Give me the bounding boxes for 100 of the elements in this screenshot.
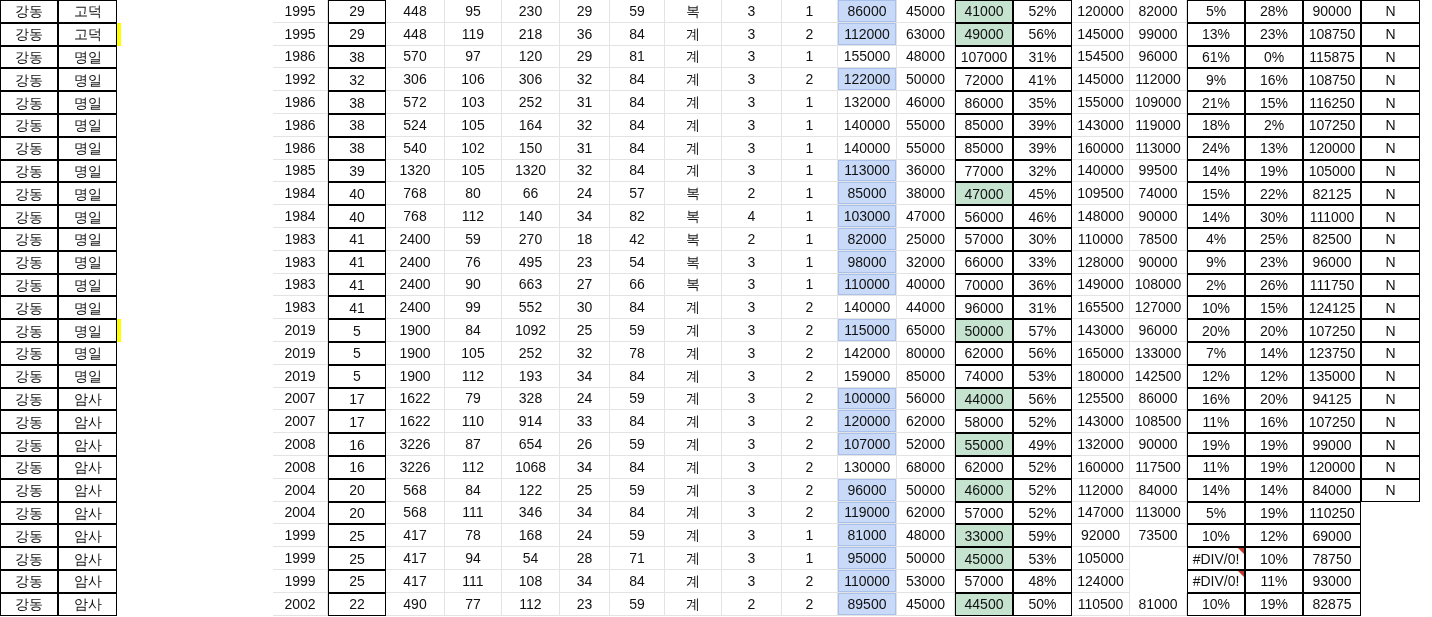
table-cell: 53000: [897, 569, 955, 593]
table-cell: 12%: [1187, 364, 1245, 388]
table-cell: 105: [445, 114, 502, 137]
table-cell: 125500: [1072, 387, 1130, 411]
table-cell: 명일: [58, 91, 117, 114]
table-cell: 17: [328, 387, 386, 411]
table-cell: N: [1361, 22, 1420, 46]
table-cell: 62000: [955, 341, 1013, 365]
table-cell: 252: [502, 341, 560, 365]
table-cell: 84: [610, 364, 665, 388]
table-cell: N: [1361, 68, 1420, 92]
table-cell: 23: [560, 250, 610, 274]
table-cell: 2400: [386, 227, 445, 251]
table-cell: 44000: [955, 387, 1013, 411]
table-cell: 59: [610, 387, 665, 411]
table-cell: 3: [722, 478, 782, 502]
table-cell: 59: [610, 524, 665, 548]
table-cell: 50000: [955, 319, 1013, 342]
table-cell: 48000: [897, 45, 955, 69]
table-cell: 41: [328, 296, 386, 320]
table-cell: 계: [665, 455, 722, 479]
table-cell: 3: [722, 319, 782, 342]
table-cell: 82000: [1130, 0, 1187, 23]
table-cell: N: [1361, 227, 1420, 251]
table-cell: 10%: [1187, 524, 1245, 548]
table-cell: 47000: [897, 205, 955, 228]
table-cell: 암사: [58, 592, 117, 616]
table-cell: 암사: [58, 478, 117, 502]
table-cell: 94: [445, 547, 502, 570]
table-cell: 417: [386, 547, 445, 570]
table-cell: N: [1361, 296, 1420, 320]
table-cell: 113000: [838, 159, 897, 183]
table-cell: 14%: [1245, 478, 1303, 502]
table-cell: 110000: [1072, 227, 1130, 251]
table-cell: 49000: [955, 22, 1013, 46]
table-cell: 명일: [58, 136, 117, 160]
table-cell: 암사: [58, 547, 117, 570]
table-cell: 1983: [273, 273, 328, 297]
table-cell: 강동: [0, 91, 58, 114]
table-cell: 168: [502, 524, 560, 548]
table-cell: 계: [665, 91, 722, 114]
table-cell: N: [1361, 364, 1420, 388]
table-cell: 107250: [1303, 410, 1361, 434]
table-cell: N: [1361, 159, 1420, 183]
table-cell: 100000: [838, 387, 897, 411]
table-cell: 25%: [1245, 227, 1303, 251]
table-cell: 155000: [1072, 91, 1130, 114]
table-cell: 강동: [0, 341, 58, 365]
table-cell: 2: [722, 227, 782, 251]
table-cell: 20%: [1245, 319, 1303, 342]
table-cell: 강동: [0, 433, 58, 456]
table-cell: 강동: [0, 22, 58, 46]
table-cell: 142500: [1130, 364, 1187, 388]
table-cell: 2: [722, 592, 782, 616]
table-cell: 417: [386, 569, 445, 593]
table-cell: 계: [665, 569, 722, 593]
table-cell: 7%: [1187, 341, 1245, 365]
table-cell: 113000: [1130, 136, 1187, 160]
table-cell: 29: [560, 45, 610, 69]
table-cell: 2019: [273, 319, 328, 342]
table-cell: 2002: [273, 592, 328, 616]
table-cell: 270: [502, 227, 560, 251]
table-cell: 53%: [1013, 364, 1072, 388]
table-cell: 524: [386, 114, 445, 137]
table-cell: 강동: [0, 114, 58, 137]
table-cell: 3: [722, 547, 782, 570]
table-cell: N: [1361, 273, 1420, 297]
table-cell: 39: [328, 159, 386, 183]
table-cell: 59: [610, 592, 665, 616]
table-cell: 654: [502, 433, 560, 456]
table-cell: 2007: [273, 387, 328, 411]
table-cell: 54: [502, 547, 560, 570]
table-cell: 105: [445, 341, 502, 365]
table-cell: 230: [502, 0, 560, 23]
table-cell: 2008: [273, 455, 328, 479]
table-cell: 2400: [386, 296, 445, 320]
table-cell: 84: [610, 159, 665, 183]
table-cell: 3: [722, 22, 782, 46]
table-cell: 112000: [1072, 478, 1130, 502]
table-cell: 145000: [1072, 68, 1130, 92]
table-cell: 572: [386, 91, 445, 114]
table-cell: 명일: [58, 68, 117, 92]
table-cell: 540: [386, 136, 445, 160]
table-cell: 32000: [897, 250, 955, 274]
table-cell: 96000: [1130, 45, 1187, 69]
table-cell: 34: [560, 455, 610, 479]
table-cell: 14%: [1245, 341, 1303, 365]
table-cell: 86000: [955, 91, 1013, 114]
table-cell: 암사: [58, 455, 117, 479]
table-cell: 4: [722, 205, 782, 228]
table-cell: 19%: [1245, 159, 1303, 183]
table-cell: 5%: [1187, 501, 1245, 525]
table-cell: 568: [386, 501, 445, 525]
table-cell: 3: [722, 91, 782, 114]
table-cell: 24: [560, 387, 610, 411]
table-cell: 120: [502, 45, 560, 69]
table-cell: 148000: [1072, 205, 1130, 228]
table-cell: 140: [502, 205, 560, 228]
table-cell: 85000: [955, 114, 1013, 137]
table-cell: 128000: [1072, 250, 1130, 274]
